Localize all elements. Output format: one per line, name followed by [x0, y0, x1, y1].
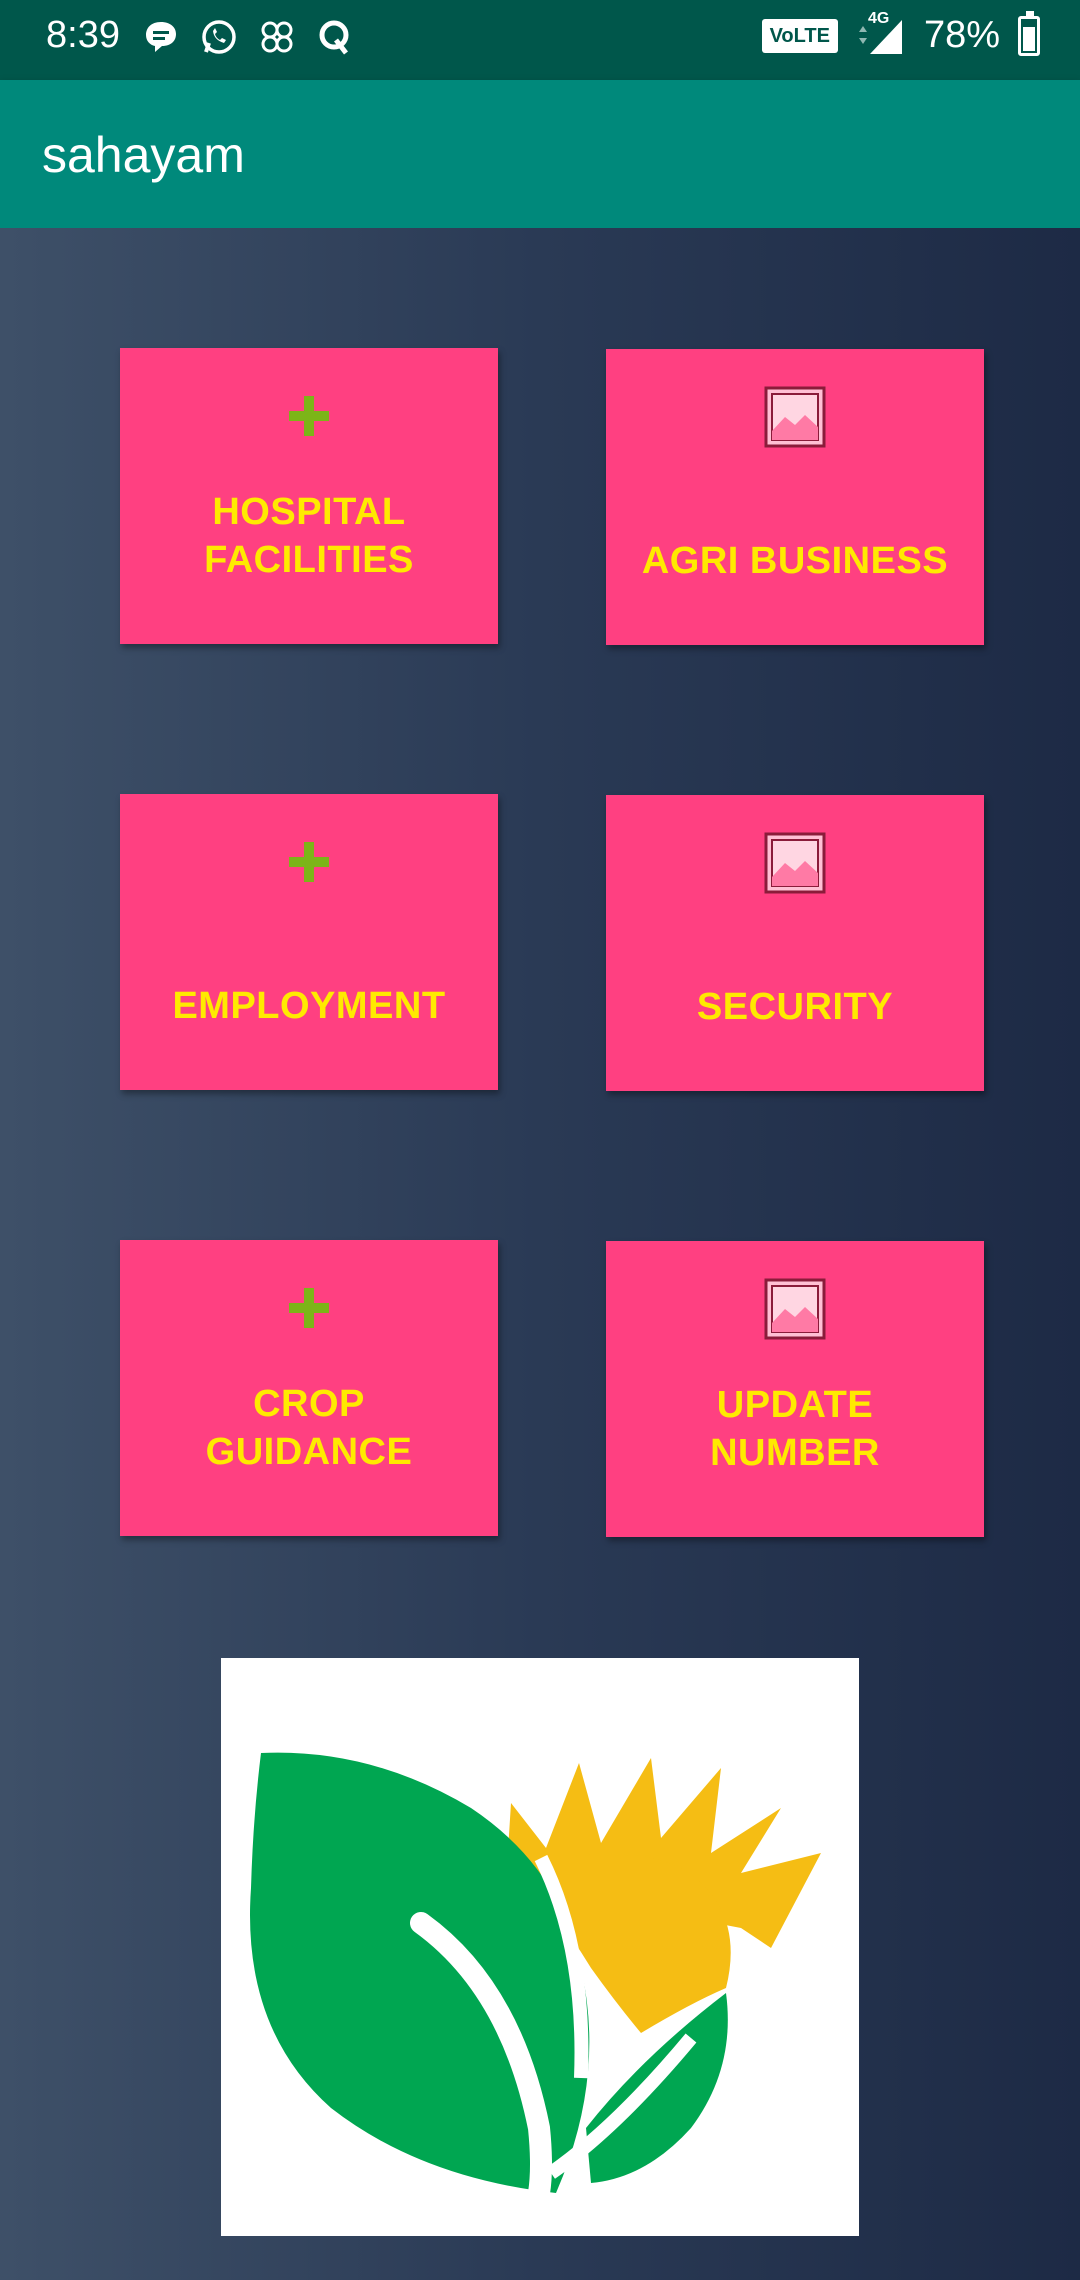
- tile-label: SECURITY: [696, 986, 894, 1028]
- plus-icon: [277, 1276, 341, 1340]
- battery-percent: 78%: [923, 14, 1000, 56]
- tile-label: CROP GUIDANCE: [205, 1383, 413, 1473]
- crop-guidance-button[interactable]: CROP GUIDANCE: [120, 1240, 498, 1536]
- image-placeholder-icon: [763, 385, 827, 449]
- network-type-label: 4G: [867, 9, 890, 27]
- quora-icon: [314, 16, 356, 58]
- app-title: sahayam: [42, 127, 245, 183]
- app-bar: sahayam: [0, 80, 1080, 228]
- status-right-group: VoLTE 4G 78%: [761, 10, 1040, 57]
- tile-label: UPDATE NUMBER: [710, 1384, 880, 1474]
- battery-charging-icon: [1018, 10, 1040, 56]
- app-logo: [221, 1658, 859, 2236]
- status-time: 8:39: [46, 14, 120, 56]
- agri-business-button[interactable]: AGRI BUSINESS: [606, 349, 984, 645]
- plus-icon: [277, 830, 341, 894]
- tile-label: HOSPITAL FACILITIES: [204, 491, 414, 581]
- volte-badge: VoLTE: [761, 18, 838, 53]
- employment-button[interactable]: EMPLOYMENT: [120, 794, 498, 1090]
- image-placeholder-icon: [763, 1277, 827, 1341]
- pinwheel-app-icon: [256, 16, 298, 58]
- signal-icon: 4G: [856, 10, 906, 56]
- hospital-facilities-button[interactable]: HOSPITAL FACILITIES: [120, 348, 498, 644]
- notification-icons: [140, 16, 356, 58]
- plus-icon: [277, 384, 341, 448]
- whatsapp-icon: [198, 16, 240, 58]
- tile-label: EMPLOYMENT: [172, 985, 446, 1027]
- security-button[interactable]: SECURITY: [606, 795, 984, 1091]
- update-number-button[interactable]: UPDATE NUMBER: [606, 1241, 984, 1537]
- image-placeholder-icon: [763, 831, 827, 895]
- status-bar: 8:39 VoLTE 4G 78%: [0, 0, 1080, 80]
- message-notification-icon: [140, 16, 182, 58]
- tile-label: AGRI BUSINESS: [641, 540, 949, 582]
